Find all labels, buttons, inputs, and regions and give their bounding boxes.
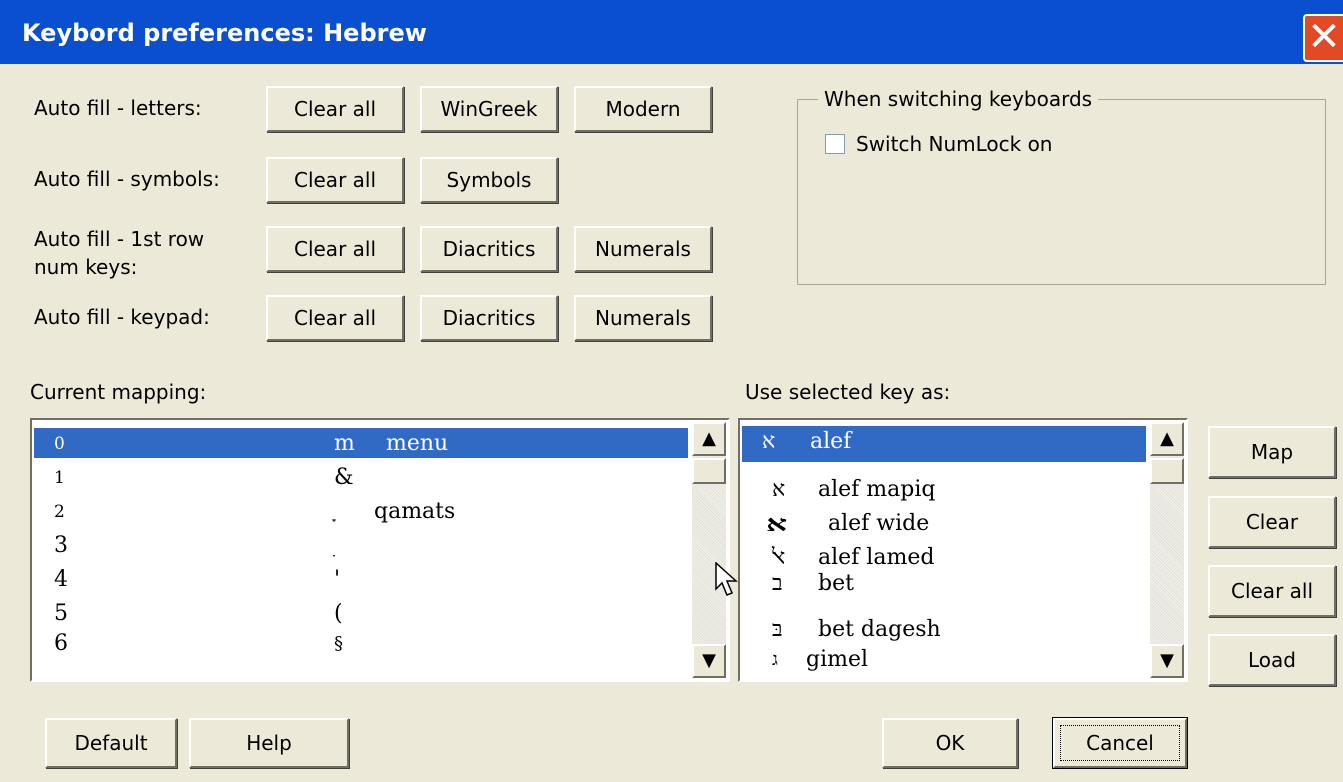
keypad-clear-all-button[interactable]: Clear all — [266, 295, 404, 341]
list-item[interactable]: ב bet — [742, 568, 1146, 598]
scroll-down-arrow-icon[interactable]: ▼ — [692, 644, 726, 678]
current-mapping-list[interactable]: 0 m menu 1 & 2 ָ qamats 3 ׅ 4 ' 5 ( — [30, 418, 730, 682]
list-item[interactable]: 0 m menu — [34, 428, 688, 458]
use-selected-label: Use selected key as: — [745, 380, 951, 404]
hebrew-glyph: א — [772, 477, 786, 502]
hebrew-name: bet — [818, 571, 854, 596]
numrow-numerals-button[interactable]: Numerals — [574, 226, 712, 272]
use-selected-scrollbar[interactable]: ▲ ▼ — [1150, 422, 1184, 678]
autofill-keypad-label: Auto fill - keypad: — [34, 305, 210, 329]
scroll-down-arrow-icon[interactable]: ▼ — [1150, 644, 1184, 678]
scroll-up-arrow-icon[interactable]: ▲ — [692, 422, 726, 456]
list-item[interactable]: 5 ( — [34, 598, 688, 628]
list-item[interactable]: ג gimel — [742, 644, 1146, 674]
hebrew-name: gimel — [806, 647, 869, 672]
hebrew-name: alef — [810, 429, 852, 454]
scroll-thumb[interactable] — [1150, 458, 1184, 484]
current-mapping-rows: 0 m menu 1 & 2 ָ qamats 3 ׅ 4 ' 5 ( — [34, 422, 688, 678]
current-mapping-scrollbar[interactable]: ▲ ▼ — [692, 422, 726, 678]
autofill-symbols-label: Auto fill - symbols: — [34, 167, 220, 191]
hebrew-name: bet dagesh — [818, 617, 941, 642]
mapping-key: 2 — [54, 502, 65, 522]
default-button[interactable]: Default — [45, 718, 177, 768]
letters-clear-all-button[interactable]: Clear all — [266, 86, 404, 132]
clear-button[interactable]: Clear — [1208, 496, 1336, 548]
autofill-letters-label: Auto fill - letters: — [34, 96, 202, 120]
hebrew-glyph: בּ — [772, 617, 783, 642]
letters-modern-button[interactable]: Modern — [574, 86, 712, 132]
cancel-button[interactable]: Cancel — [1052, 717, 1188, 769]
map-button[interactable]: Map — [1208, 426, 1336, 478]
scroll-thumb[interactable] — [692, 458, 726, 484]
list-item[interactable]: 4 ' — [34, 564, 688, 594]
list-item[interactable]: א alef wide — [742, 508, 1146, 538]
mapping-key: 3 — [54, 533, 68, 558]
current-mapping-label: Current mapping: — [30, 380, 207, 404]
hebrew-name: alef wide — [828, 511, 930, 536]
use-selected-list[interactable]: א alef א alef mapiq א alef wide ﭏ alef l… — [738, 418, 1188, 682]
keypad-diacritics-button[interactable]: Diacritics — [420, 295, 558, 341]
letters-wingreek-button[interactable]: WinGreek — [420, 86, 558, 132]
symbols-clear-all-button[interactable]: Clear all — [266, 157, 404, 203]
list-item[interactable]: 2 ָ qamats — [34, 496, 688, 526]
mapping-symbol: § — [334, 633, 343, 654]
scroll-up-arrow-icon[interactable]: ▲ — [1150, 422, 1184, 456]
keypad-numerals-button[interactable]: Numerals — [574, 295, 712, 341]
mouse-pointer-icon — [715, 562, 738, 596]
mapping-symbol: ( — [334, 601, 343, 626]
list-item[interactable]: 1 & — [34, 462, 688, 492]
use-selected-rows: א alef א alef mapiq א alef wide ﭏ alef l… — [742, 422, 1146, 678]
clear-all-button[interactable]: Clear all — [1208, 565, 1336, 617]
list-item[interactable]: 6 § — [34, 628, 688, 658]
mapping-key: 1 — [54, 468, 65, 488]
hebrew-glyph: ב — [772, 571, 783, 596]
mapping-symbol: ' — [334, 567, 341, 592]
mapping-key: 5 — [54, 601, 68, 626]
mapping-symbol: & — [334, 465, 354, 490]
title-bar[interactable]: Keybord preferences: Hebrew ✕ — [0, 0, 1343, 64]
hebrew-glyph: א — [766, 511, 788, 537]
hebrew-glyph: ג — [772, 649, 778, 670]
numlock-checkbox[interactable] — [825, 134, 845, 154]
switching-groupbox: When switching keyboards — [797, 86, 1326, 285]
load-button[interactable]: Load — [1208, 634, 1336, 686]
mapping-symbol: m — [334, 431, 355, 456]
list-item[interactable]: א alef — [742, 426, 1146, 462]
hebrew-name: alef mapiq — [818, 477, 936, 502]
symbols-symbols-button[interactable]: Symbols — [420, 157, 558, 203]
mapping-desc: menu — [386, 431, 449, 456]
mapping-key: 6 — [54, 631, 68, 656]
switching-group-label: When switching keyboards — [818, 86, 1099, 112]
autofill-numrow-label-line2: num keys: — [34, 255, 138, 279]
numlock-checkbox-label[interactable]: Switch NumLock on — [856, 130, 1052, 158]
ok-button[interactable]: OK — [882, 718, 1018, 768]
window-title: Keybord preferences: Hebrew — [22, 19, 427, 47]
numrow-diacritics-button[interactable]: Diacritics — [420, 226, 558, 272]
close-icon[interactable]: ✕ — [1303, 14, 1343, 62]
list-item[interactable]: א alef mapiq — [742, 474, 1146, 504]
help-button[interactable]: Help — [189, 718, 349, 768]
list-item[interactable]: בּ bet dagesh — [742, 614, 1146, 644]
mapping-desc: qamats — [374, 499, 456, 524]
mapping-key: 4 — [54, 567, 68, 592]
autofill-numrow-label-line1: Auto fill - 1st row — [34, 227, 205, 251]
numrow-clear-all-button[interactable]: Clear all — [266, 226, 404, 272]
mapping-key: 0 — [54, 434, 65, 454]
hebrew-glyph: א — [762, 429, 776, 454]
list-item[interactable]: 3 ׅ — [34, 530, 688, 560]
